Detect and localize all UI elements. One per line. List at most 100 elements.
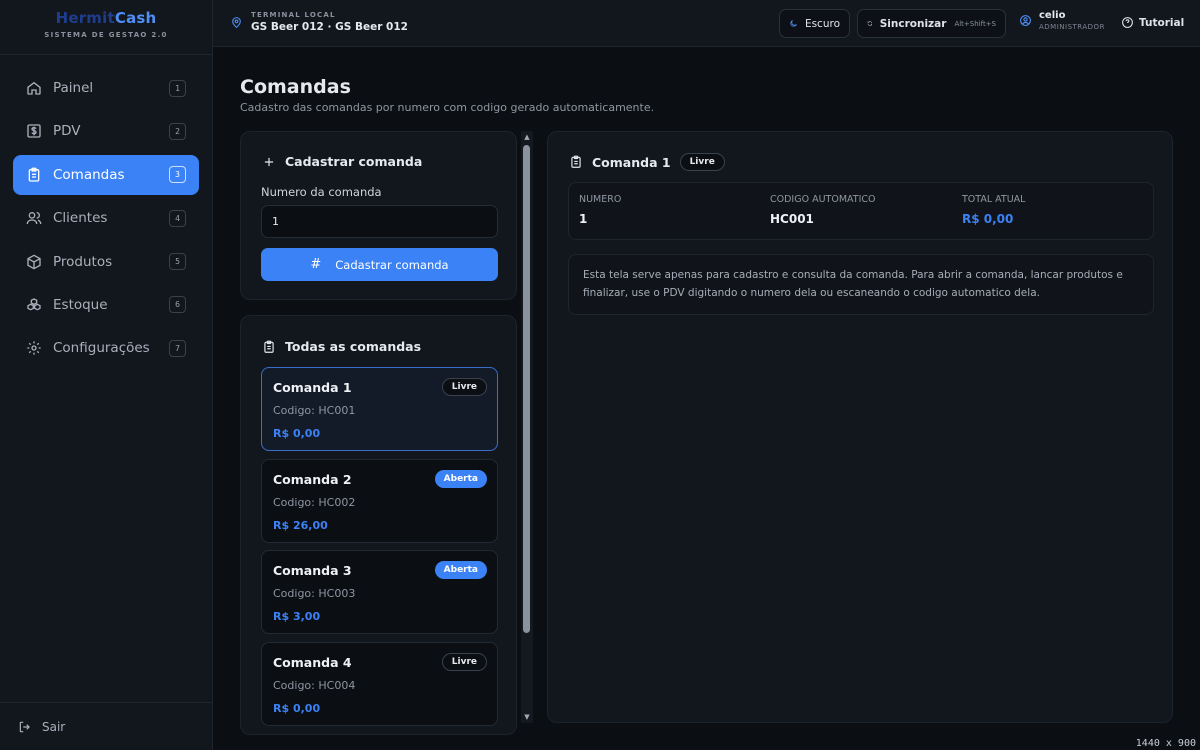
total-value: R$ 0,00 bbox=[962, 212, 1014, 226]
scroll-down-arrow-icon[interactable]: ▼ bbox=[523, 713, 531, 721]
terminal-label: TERMINAL LOCAL bbox=[251, 11, 336, 19]
theme-label: Escuro bbox=[804, 17, 840, 30]
comanda-title: Comanda 3 bbox=[273, 563, 352, 578]
comanda-title: Comanda 2 bbox=[273, 472, 352, 487]
theme-toggle-button[interactable]: Escuro bbox=[779, 9, 850, 38]
sidebar-item-produtos[interactable]: Produtos 5 bbox=[13, 242, 199, 282]
comandas-list-card: Todas as comandas Comanda 1 Livre Codigo… bbox=[240, 315, 517, 735]
page-title: Comandas bbox=[240, 76, 351, 98]
status-badge: Aberta bbox=[434, 561, 487, 579]
hash-icon: # bbox=[310, 257, 322, 272]
brand-subtitle: SISTEMA DE GESTAO 2.0 bbox=[44, 31, 168, 39]
comanda-total: R$ 0,00 bbox=[273, 702, 321, 715]
status-badge: Livre bbox=[441, 378, 487, 396]
register-card-header: Cadastrar comanda bbox=[262, 154, 422, 169]
help-circle-icon bbox=[1122, 17, 1133, 28]
shortcut-badge: 6 bbox=[169, 296, 186, 314]
refresh-icon bbox=[867, 21, 873, 26]
comanda-total: R$ 0,00 bbox=[273, 427, 321, 440]
codigo-value: HC001 bbox=[770, 212, 814, 226]
register-button-label: Cadastrar comanda bbox=[335, 257, 449, 272]
sidebar-item-label: Produtos bbox=[53, 253, 113, 270]
sidebar-item-configuracoes[interactable]: Configurações 7 bbox=[13, 328, 199, 368]
terminal-info: TERMINAL LOCAL GS Beer 012 · GS Beer 012 bbox=[230, 11, 408, 33]
detail-description: Esta tela serve apenas para cadastro e c… bbox=[583, 269, 1123, 299]
gear-icon bbox=[26, 340, 42, 356]
box-icon bbox=[26, 254, 42, 270]
boxes-icon bbox=[26, 297, 42, 313]
detail-title: Comanda 1 bbox=[592, 154, 671, 170]
sync-shortcut: Alt+Shift+S bbox=[954, 19, 996, 28]
shortcut-badge: 4 bbox=[169, 209, 186, 227]
users-icon bbox=[26, 210, 42, 226]
brand-name-part1: Hermit bbox=[55, 9, 115, 27]
shortcut-badge: 3 bbox=[169, 166, 186, 184]
detail-info-box: NUMERO 1 CODIGO AUTOMATICO HC001 TOTAL A… bbox=[568, 182, 1154, 240]
user-menu[interactable]: celio ADMINISTRADOR bbox=[1019, 10, 1105, 31]
comanda-title: Comanda 1 bbox=[273, 380, 352, 395]
numero-label: NUMERO bbox=[579, 194, 622, 205]
list-card-header: Todas as comandas bbox=[262, 339, 421, 354]
register-comanda-button[interactable]: # Cadastrar comanda bbox=[261, 248, 498, 281]
dollar-icon bbox=[26, 123, 42, 139]
sidebar-item-label: Clientes bbox=[53, 210, 108, 227]
brand-logo: HermitCash bbox=[0, 9, 212, 27]
status-badge: Aberta bbox=[434, 470, 487, 488]
tutorial-label: Tutorial bbox=[1139, 16, 1185, 29]
location-pin-icon bbox=[232, 16, 241, 28]
scroll-thumb[interactable] bbox=[523, 145, 530, 633]
register-title: Cadastrar comanda bbox=[285, 154, 423, 169]
shortcut-badge: 1 bbox=[169, 79, 186, 97]
tutorial-button[interactable]: Tutorial bbox=[1121, 16, 1184, 29]
terminal-name: GS Beer 012 · GS Beer 012 bbox=[251, 21, 408, 33]
logout-button[interactable]: Sair bbox=[0, 702, 213, 750]
logout-icon bbox=[19, 721, 30, 732]
user-name: celio bbox=[1039, 10, 1066, 21]
comanda-number-label: Numero da comanda bbox=[261, 185, 382, 199]
comanda-list-item[interactable]: Comanda 4 Livre Codigo: HC004 R$ 0,00 bbox=[261, 642, 498, 726]
comanda-total: R$ 3,00 bbox=[273, 610, 321, 623]
user-circle-icon bbox=[1020, 15, 1031, 26]
sidebar-nav: Painel 1 PDV 2 Comandas 3 Clientes 4 Pro… bbox=[13, 68, 199, 372]
scroll-up-arrow-icon[interactable]: ▲ bbox=[523, 133, 531, 141]
left-column-scrollbar[interactable]: ▲ ▼ bbox=[521, 131, 533, 723]
comanda-detail-card: Comanda 1 Livre NUMERO 1 CODIGO AUTOMATI… bbox=[547, 131, 1173, 723]
sidebar: HermitCash SISTEMA DE GESTAO 2.0 Painel … bbox=[0, 0, 213, 750]
comanda-number-input[interactable] bbox=[261, 205, 498, 238]
shortcut-badge: 7 bbox=[169, 339, 186, 357]
home-icon bbox=[26, 80, 42, 96]
moon-icon bbox=[790, 20, 797, 27]
detail-header: Comanda 1 Livre bbox=[569, 153, 725, 171]
shortcut-badge: 2 bbox=[169, 122, 186, 140]
comanda-code: Codigo: HC004 bbox=[273, 679, 356, 692]
numero-field: NUMERO 1 bbox=[579, 194, 621, 226]
page-subtitle: Cadastro das comandas por numero com cod… bbox=[240, 101, 655, 114]
resolution-label: 1440 x 900 bbox=[1135, 738, 1196, 749]
comanda-title: Comanda 4 bbox=[273, 655, 352, 670]
list-title: Todas as comandas bbox=[285, 339, 422, 354]
comanda-code: Codigo: HC001 bbox=[273, 404, 356, 417]
total-field: TOTAL ATUAL R$ 0,00 bbox=[962, 194, 1025, 226]
logout-label: Sair bbox=[42, 719, 66, 734]
sidebar-item-label: Comandas bbox=[53, 166, 125, 183]
sidebar-item-label: Estoque bbox=[53, 296, 108, 313]
plus-icon bbox=[264, 157, 274, 166]
clipboard-icon bbox=[264, 340, 274, 353]
comanda-total: R$ 26,00 bbox=[273, 519, 328, 532]
sync-button[interactable]: Sincronizar Alt+Shift+S bbox=[857, 9, 1006, 38]
sidebar-item-label: Configurações bbox=[53, 340, 150, 357]
comanda-list-item[interactable]: Comanda 2 Aberta Codigo: HC002 R$ 26,00 bbox=[261, 459, 498, 543]
status-badge: Livre bbox=[441, 653, 487, 671]
sidebar-item-painel[interactable]: Painel 1 bbox=[13, 68, 199, 108]
numero-value: 1 bbox=[579, 212, 588, 226]
codigo-field: CODIGO AUTOMATICO HC001 bbox=[770, 194, 876, 226]
comanda-list-item[interactable]: Comanda 1 Livre Codigo: HC001 R$ 0,00 bbox=[261, 367, 498, 451]
sidebar-item-pdv[interactable]: PDV 2 bbox=[13, 111, 199, 151]
clipboard-icon bbox=[571, 155, 581, 168]
comanda-list-item[interactable]: Comanda 3 Aberta Codigo: HC003 R$ 3,00 bbox=[261, 550, 498, 634]
total-label: TOTAL ATUAL bbox=[962, 194, 1026, 205]
user-role: ADMINISTRADOR bbox=[1039, 23, 1105, 31]
sidebar-item-estoque[interactable]: Estoque 6 bbox=[13, 285, 199, 325]
sidebar-item-comandas[interactable]: Comandas 3 bbox=[13, 154, 199, 195]
sidebar-item-clientes[interactable]: Clientes 4 bbox=[13, 198, 199, 238]
